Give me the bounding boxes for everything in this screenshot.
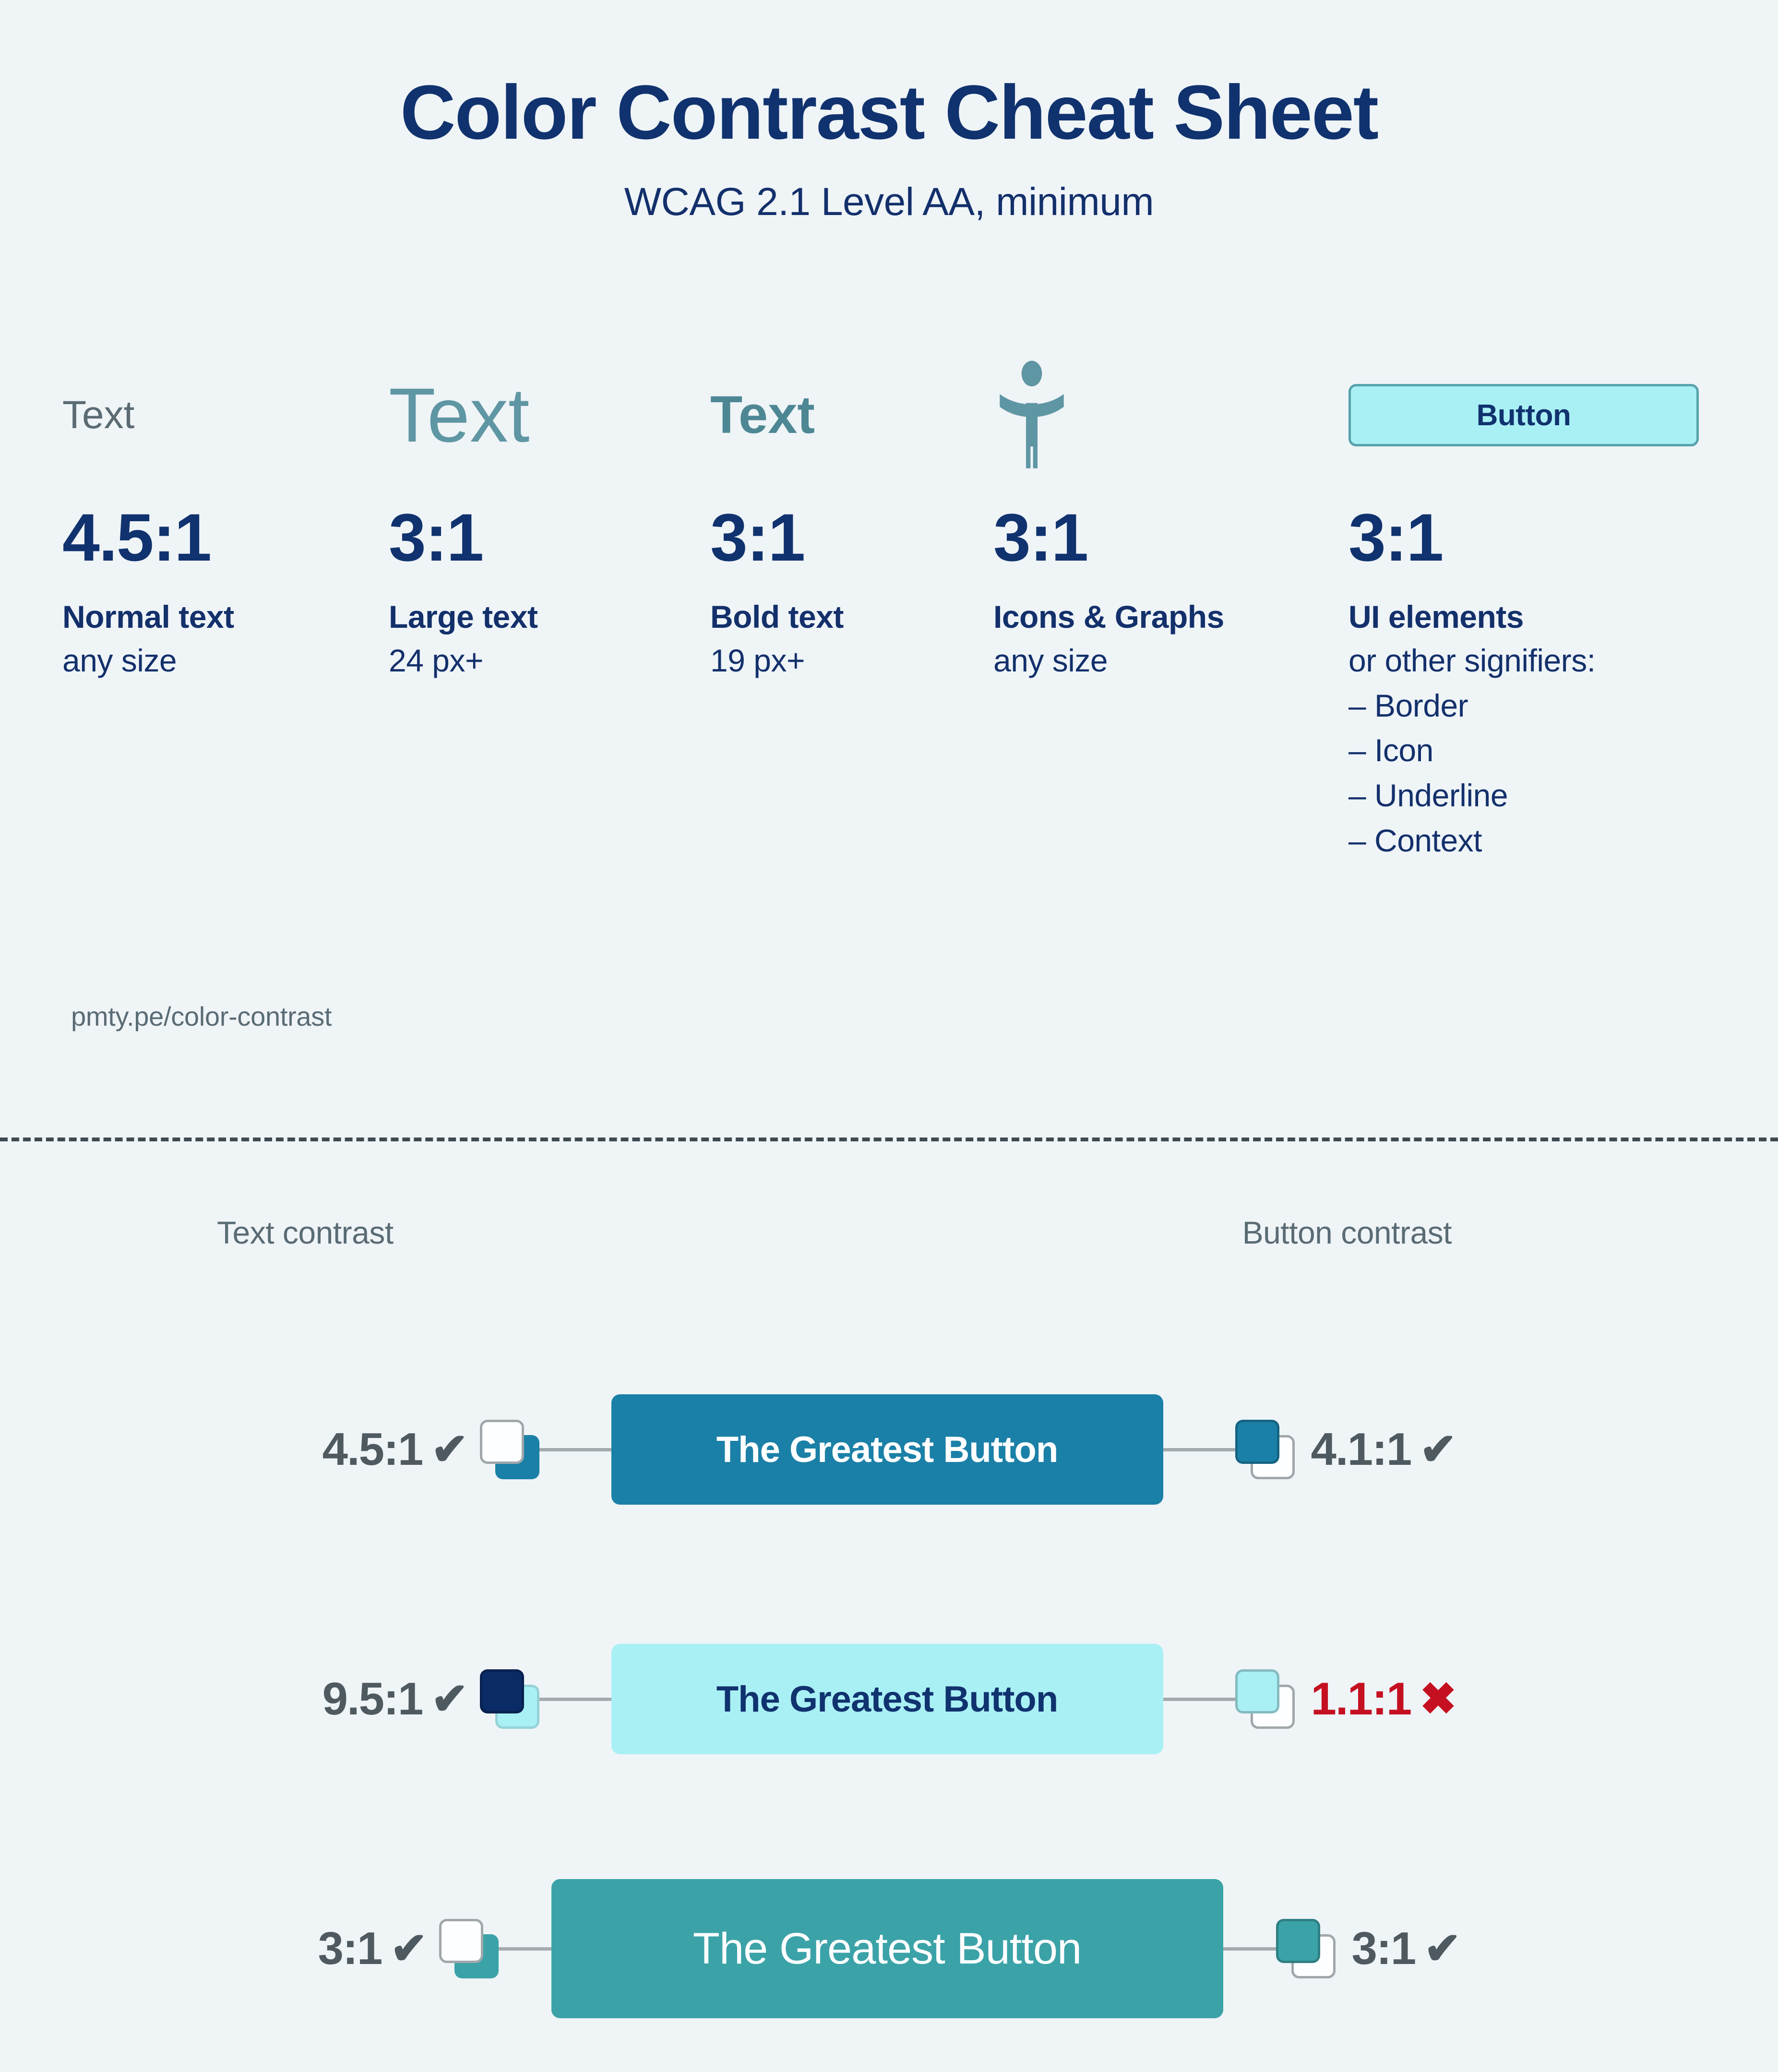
check-icon: ✔ (390, 1924, 427, 1973)
cheat-sheet-page: Color Contrast Cheat Sheet WCAG 2.1 Leve… (0, 0, 1778, 2072)
page-title: Color Contrast Cheat Sheet (400, 69, 1379, 155)
swatch-front (479, 1669, 524, 1713)
requirement-label: Large text (389, 599, 538, 635)
check-icon: ✔ (1420, 1425, 1456, 1474)
text-color-swatch-pair (479, 1420, 539, 1479)
example-button[interactable]: The Greatest Button (611, 1394, 1163, 1505)
example-button[interactable]: The Greatest Button (611, 1644, 1163, 1754)
sample-container: Button (1348, 336, 1732, 494)
requirement-label: Icons & Graphs (993, 599, 1224, 635)
button-contrast-ratio: 1.1:1 ✖ (1311, 1673, 1457, 1725)
check-icon: ✔ (1424, 1924, 1461, 1973)
button-color-swatch-pair (1235, 1669, 1295, 1729)
requirement-sublabel: or other signifiers: (1348, 643, 1596, 679)
example-row: 4.5:1 ✔ The Greatest Button 4.1:1 ✔ (0, 1325, 1778, 1574)
text-color-swatch-pair (439, 1919, 499, 1978)
list-item: – Underline (1348, 778, 1508, 814)
section-divider (0, 1138, 1778, 1141)
connector-line (498, 1947, 551, 1951)
requirement-label: UI elements (1348, 599, 1524, 635)
sample-container (993, 336, 1348, 494)
ratio-text: 9.5:1 (322, 1673, 424, 1725)
requirement-column-large-text: Text 3:1 Large text 24 px+ (389, 336, 710, 681)
requirement-sublabel: any size (62, 643, 177, 679)
button-contrast-ratio: 3:1 ✔ (1351, 1922, 1461, 1975)
list-item: – Icon (1348, 732, 1433, 768)
list-item: – Context (1348, 822, 1482, 858)
swatch-front (1276, 1919, 1320, 1963)
ratio-text: 3:1 (1351, 1923, 1417, 1974)
connector-line (1163, 1697, 1235, 1701)
ratio-text: 4.5:1 (322, 1424, 424, 1475)
signifier-list: – Border – Icon – Underline – Context (1348, 683, 1732, 863)
swatch-front (479, 1420, 524, 1464)
sample-container: Text (62, 336, 389, 494)
button-contrast-heading: Button contrast (1242, 1215, 1452, 1250)
ratio-text: 1.1:1 (1311, 1673, 1412, 1725)
requirement-column-bold-text: Text 3:1 Bold text 19 px+ (710, 336, 993, 681)
requirement-sublabel: 19 px+ (710, 643, 805, 679)
text-contrast-ratio: 9.5:1 ✔ (322, 1673, 468, 1725)
large-text-sample: Text (389, 372, 530, 458)
page-subtitle: WCAG 2.1 Level AA, minimum (624, 180, 1154, 224)
swatch-front (1235, 1669, 1279, 1713)
requirement-sublabel: any size (993, 643, 1108, 679)
requirement-column-ui-elements: Button 3:1 UI elements or other signifie… (1348, 336, 1732, 863)
connector-line (539, 1448, 611, 1451)
requirement-label: Normal text (62, 599, 234, 635)
ratio-value: 4.5:1 (62, 500, 212, 575)
button-color-swatch-pair (1276, 1919, 1336, 1978)
requirement-sublabel: 24 px+ (389, 643, 484, 679)
ratio-value: 3:1 (710, 500, 805, 575)
connector-line (539, 1697, 611, 1701)
check-icon: ✔ (431, 1675, 468, 1724)
connector-line (1223, 1947, 1276, 1951)
text-contrast-heading: Text contrast (217, 1215, 394, 1250)
example-rows: 4.5:1 ✔ The Greatest Button 4.1:1 ✔ 9.5:… (0, 1325, 1778, 2072)
example-button[interactable]: The Greatest Button (551, 1879, 1223, 2018)
sample-container: Text (389, 336, 710, 494)
source-url[interactable]: pmty.pe/color-contrast (71, 1001, 332, 1032)
button-color-swatch-pair (1235, 1420, 1295, 1479)
swatch-front (439, 1919, 483, 1963)
ratio-value: 3:1 (1348, 500, 1444, 575)
swatch-front (1235, 1420, 1279, 1464)
text-color-swatch-pair (479, 1669, 539, 1729)
requirement-column-icons-graphs: 3:1 Icons & Graphs any size (993, 336, 1348, 681)
requirement-label: Bold text (710, 599, 844, 635)
text-contrast-ratio: 3:1 ✔ (318, 1922, 428, 1975)
ratio-value: 3:1 (993, 500, 1088, 575)
ratio-value: 3:1 (389, 500, 484, 575)
button-contrast-ratio: 4.1:1 ✔ (1311, 1423, 1457, 1476)
contrast-requirements-grid: Text 4.5:1 Normal text any size Text 3:1… (62, 336, 1732, 863)
list-item: – Border (1348, 687, 1468, 723)
page-header: Color Contrast Cheat Sheet WCAG 2.1 Leve… (0, 0, 1778, 225)
check-icon: ✔ (431, 1425, 468, 1474)
connector-line (1163, 1448, 1235, 1451)
ratio-text: 3:1 (318, 1923, 383, 1974)
accessibility-icon (1000, 360, 1064, 468)
example-row: 9.5:1 ✔ The Greatest Button 1.1:1 ✖ (0, 1574, 1778, 1824)
ratio-text: 4.1:1 (1311, 1424, 1412, 1475)
normal-text-sample: Text (62, 393, 135, 437)
sample-container: Text (710, 336, 993, 494)
requirement-column-normal-text: Text 4.5:1 Normal text any size (62, 336, 389, 681)
demo-button[interactable]: Button (1348, 384, 1699, 446)
bold-text-sample: Text (710, 385, 815, 444)
cross-icon: ✖ (1420, 1675, 1456, 1724)
text-contrast-ratio: 4.5:1 ✔ (322, 1423, 468, 1476)
example-row: 3:1 ✔ The Greatest Button 3:1 ✔ (0, 1824, 1778, 2072)
